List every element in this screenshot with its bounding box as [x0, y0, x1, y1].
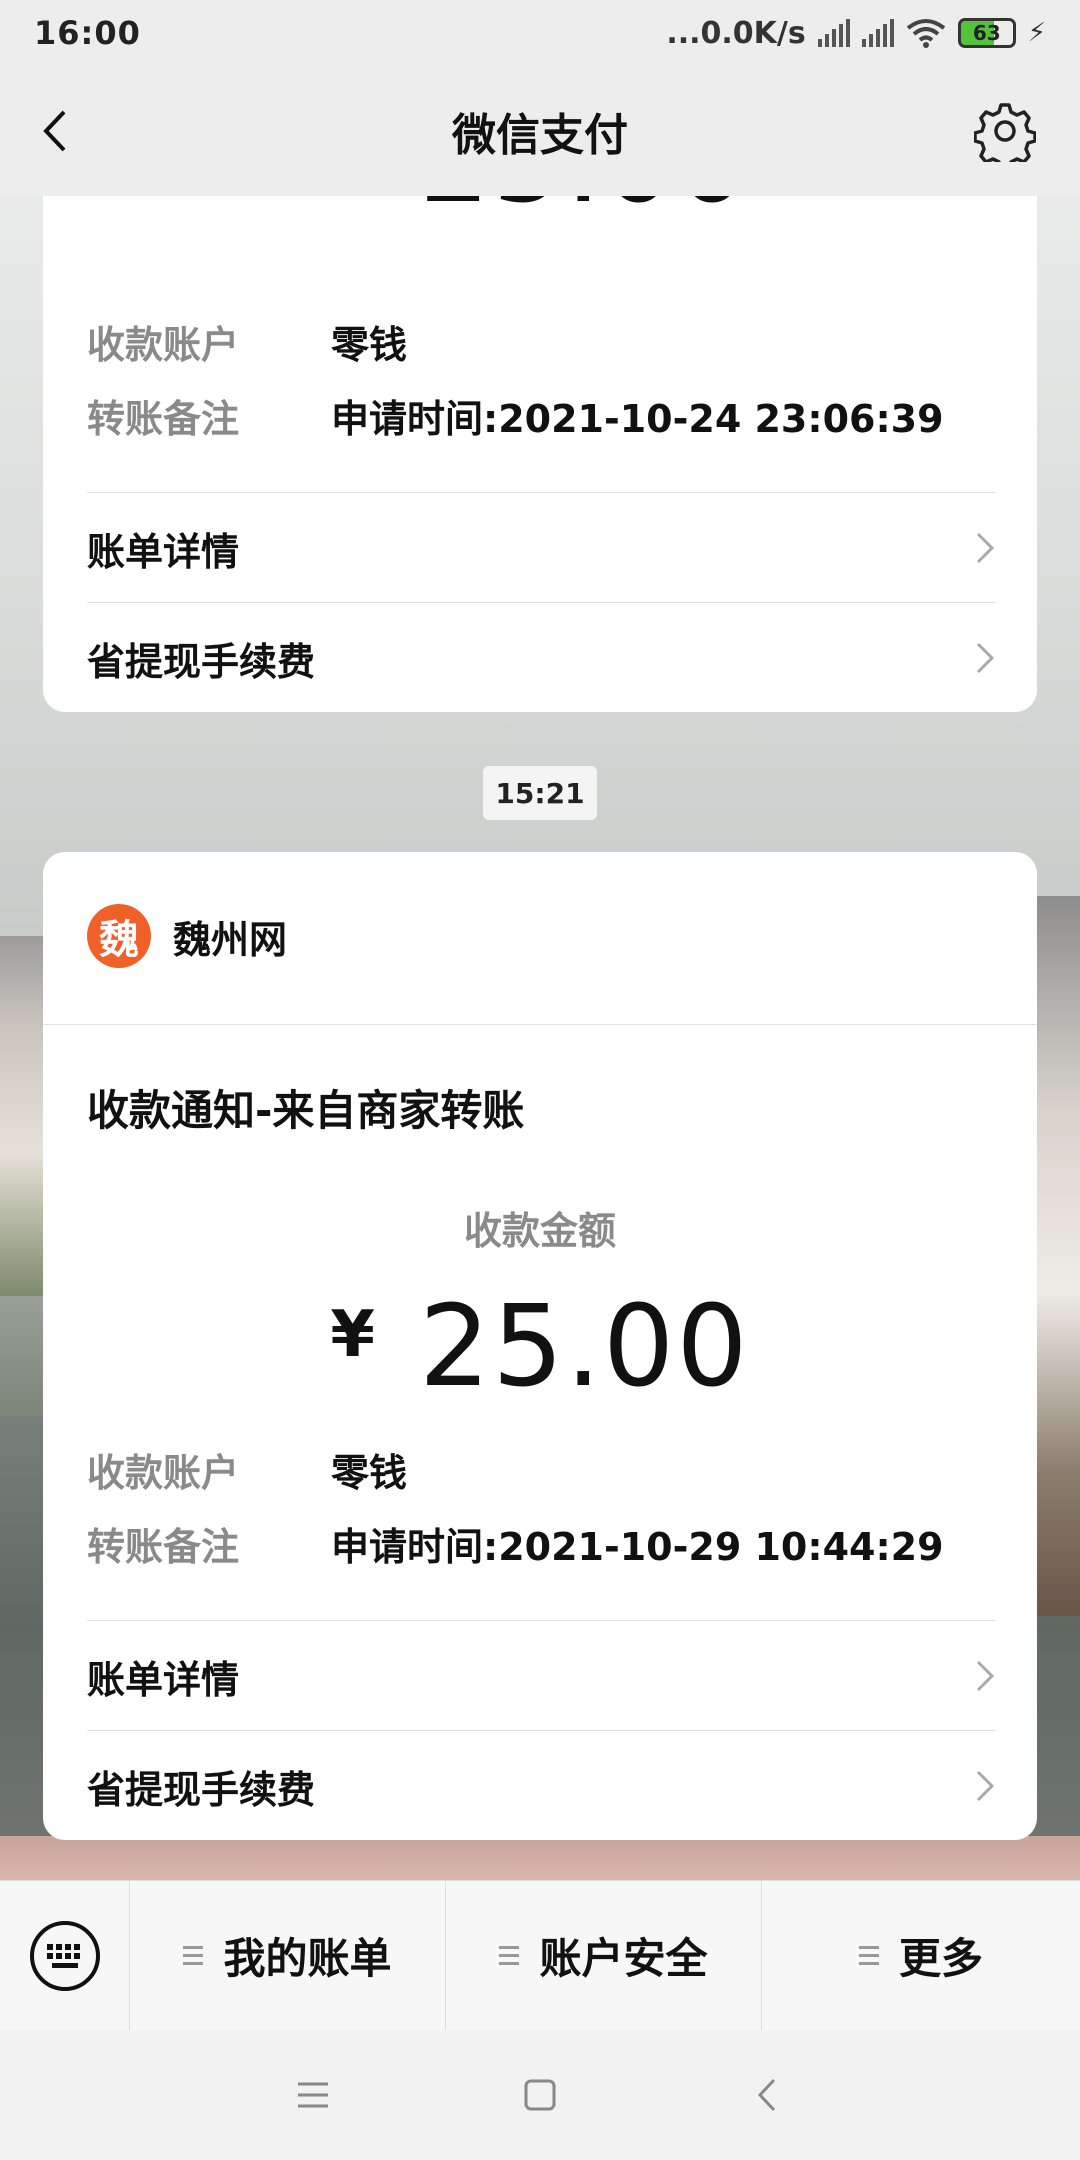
- save-fee-row[interactable]: 省提现手续费: [87, 604, 995, 712]
- note-row: 转账备注 申请时间:2021-10-29 10:44:29: [87, 1516, 944, 1571]
- note-key: 转账备注: [87, 397, 240, 441]
- status-time: 16:00: [34, 14, 141, 52]
- divider: [87, 602, 995, 603]
- gear-icon[interactable]: [974, 100, 1036, 162]
- notify-title: 收款通知-来自商家转账: [87, 1086, 525, 1135]
- account-value: 零钱: [331, 1451, 408, 1495]
- nav-back-button[interactable]: [737, 2065, 797, 2125]
- nav-back-icon: [757, 2078, 775, 2112]
- account-row: 收款账户 零钱: [87, 1442, 407, 1497]
- page-title: 微信支付: [452, 110, 628, 161]
- payment-card-previous: ¥ 25.00 收款账户 零钱 转账备注 申请时间:2021-10-24 23:…: [43, 150, 1037, 712]
- menu-item-label: 更多: [898, 1934, 983, 1983]
- menu-item-label: 账户安全: [539, 1934, 708, 1983]
- menu-my-bills[interactable]: 我的账单: [130, 1880, 446, 2031]
- recent-apps-button[interactable]: [283, 2065, 343, 2125]
- account-key: 收款账户: [87, 1451, 240, 1495]
- keyboard-toggle-button[interactable]: [0, 1880, 130, 2031]
- charging-icon: ⚡: [1027, 18, 1046, 48]
- chevron-right-icon: [976, 642, 995, 674]
- menu-item-label: 我的账单: [223, 1934, 392, 1983]
- system-nav-bar: [0, 2030, 1080, 2160]
- save-fee-label: 省提现手续费: [87, 639, 316, 684]
- background-shore: [0, 1836, 1080, 1880]
- amount-value: 25.00: [418, 1282, 750, 1412]
- background-house-left: [0, 936, 44, 1296]
- back-arrow-icon[interactable]: [36, 106, 76, 156]
- chevron-right-icon: [976, 1770, 995, 1802]
- bill-details-row[interactable]: 账单详情: [87, 494, 995, 602]
- currency-symbol: ¥: [330, 1298, 375, 1372]
- account-key: 收款账户: [87, 323, 240, 367]
- battery-icon: 63: [957, 18, 1016, 48]
- menu-icon: [183, 1946, 204, 1965]
- net-speed: ...0.0K/s: [666, 15, 806, 51]
- note-row: 转账备注 申请时间:2021-10-24 23:06:39: [87, 388, 944, 443]
- status-icons: ...0.0K/s 63 ⚡: [666, 16, 1046, 51]
- message-timestamp: 15:21: [483, 766, 597, 820]
- menu-icon: [499, 1946, 520, 1965]
- title-bar: 微信支付: [0, 66, 1080, 196]
- chevron-right-icon: [976, 532, 995, 564]
- keyboard-icon: [29, 1920, 100, 1991]
- save-fee-label: 省提现手续费: [87, 1767, 316, 1812]
- account-row: 收款账户 零钱: [87, 314, 407, 369]
- signal-icon: [817, 19, 850, 47]
- home-button[interactable]: [510, 2065, 570, 2125]
- background-house-right: [1036, 896, 1080, 1616]
- menu-icon: [858, 1946, 879, 1965]
- menu-account-security[interactable]: 账户安全: [446, 1880, 762, 2031]
- merchant-logo: 魏: [87, 904, 151, 968]
- divider: [43, 1024, 1037, 1025]
- payment-card: 魏 魏州网 收款通知-来自商家转账 收款金额 ¥ 25.00 收款账户 零钱 转…: [43, 852, 1037, 1840]
- merchant-header[interactable]: 魏 魏州网: [87, 904, 287, 968]
- note-key: 转账备注: [87, 1525, 240, 1569]
- divider: [87, 1730, 995, 1731]
- bill-details-label: 账单详情: [87, 1657, 240, 1702]
- signal-icon-2: [861, 19, 894, 47]
- wifi-icon: [906, 19, 945, 48]
- divider: [87, 1620, 995, 1621]
- bottom-menu-bar: 我的账单 账户安全 更多: [0, 1880, 1080, 2031]
- menu-more[interactable]: 更多: [762, 1881, 1080, 2031]
- home-icon: [524, 2079, 556, 2111]
- note-value: 申请时间:2021-10-24 23:06:39: [331, 397, 944, 441]
- chevron-right-icon: [976, 1660, 995, 1692]
- account-value: 零钱: [331, 323, 408, 367]
- note-value: 申请时间:2021-10-29 10:44:29: [331, 1525, 944, 1569]
- merchant-name: 魏州网: [173, 917, 288, 962]
- status-bar: 16:00 ...0.0K/s 63 ⚡: [0, 0, 1080, 66]
- amount-row: ¥ 25.00: [43, 1282, 1037, 1412]
- divider: [87, 492, 995, 493]
- save-fee-row[interactable]: 省提现手续费: [87, 1732, 995, 1840]
- amount-label: 收款金额: [463, 1209, 616, 1253]
- bill-details-row[interactable]: 账单详情: [87, 1622, 995, 1730]
- bill-details-label: 账单详情: [87, 529, 240, 574]
- menu-icon: [298, 2082, 329, 2108]
